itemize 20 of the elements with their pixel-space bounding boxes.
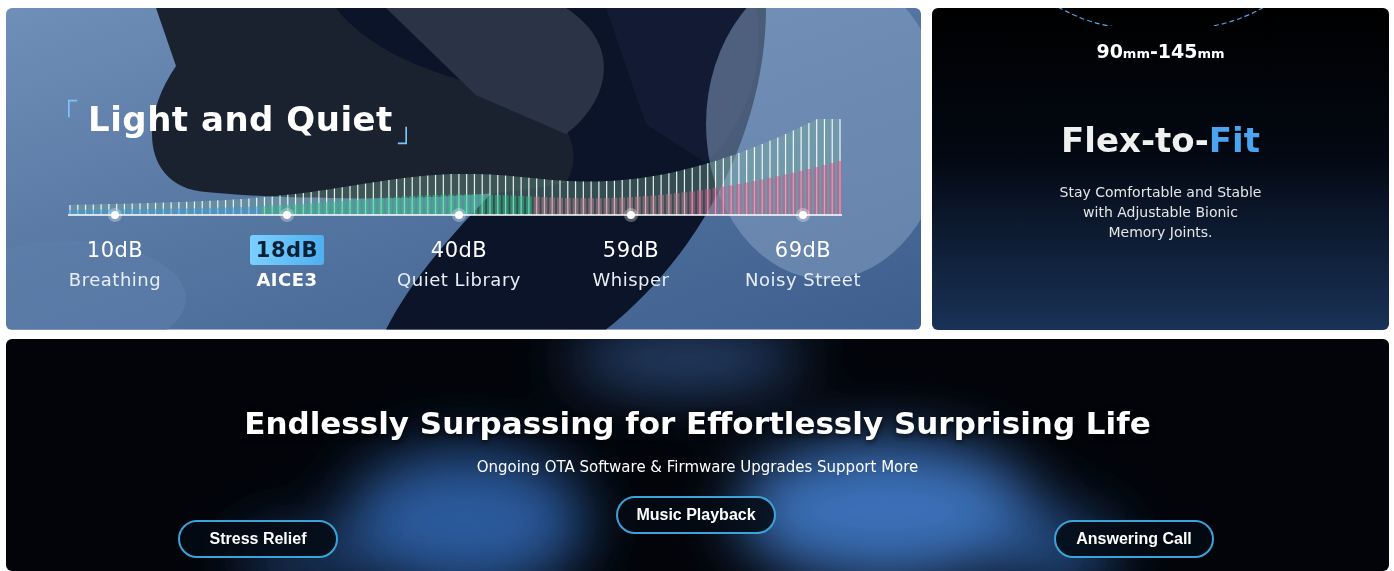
decibel-value: 69dB [773, 237, 833, 264]
corner-bracket-icon [68, 99, 78, 119]
section-title: Flex-to-Fit [1061, 120, 1260, 160]
decibel-value: 40dB [429, 237, 489, 264]
banner-subheading: Ongoing OTA Software & Firmware Upgrades Support More [476, 457, 919, 476]
description: Stay Comfortable and Stable with Adjustable Bionic Memory Joints. [1058, 183, 1263, 242]
decibel-value: 18dB [249, 235, 325, 265]
size-range: 90mm-145mm [1096, 40, 1225, 62]
noise-label: Noisy Street [745, 269, 861, 290]
feature-button[interactable]: Answering Call [1054, 519, 1214, 558]
noise-label: Quiet Library [397, 269, 521, 290]
feature-button[interactable]: Music Playback [616, 495, 776, 534]
noise-label: Whisper [592, 269, 670, 290]
feature-button[interactable]: Stress Relief [178, 519, 338, 558]
noise-label: Breathing [68, 269, 162, 290]
decibel-value: 10dB [85, 237, 145, 264]
noise-label: AICE3 [256, 269, 318, 290]
decibel-value: 59dB [601, 237, 661, 264]
corner-bracket-icon [396, 125, 407, 145]
banner-heading: Endlessly Surpassing for Effortlessly Surprising Life [244, 404, 1151, 441]
